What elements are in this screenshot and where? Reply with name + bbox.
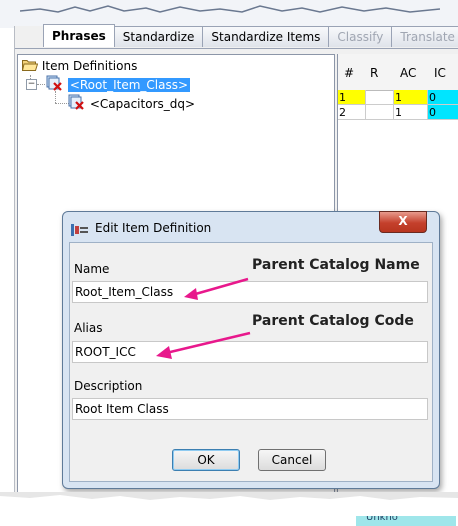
- alias-label: Alias: [74, 321, 103, 335]
- cancel-button[interactable]: Cancel: [258, 449, 326, 471]
- grid-header: # R AC IC: [338, 54, 458, 91]
- dialog-body: Name Root_Item_Class Alias ROOT_ICC Desc…: [69, 242, 433, 482]
- col-header-number[interactable]: #: [344, 66, 354, 80]
- col-header-ic[interactable]: IC: [434, 66, 446, 80]
- cell-ic: 0: [428, 90, 458, 105]
- cell-ac: 1: [394, 90, 428, 105]
- cell-number: 1: [338, 90, 366, 105]
- tab-divider: [15, 48, 458, 49]
- col-header-ac[interactable]: AC: [400, 66, 416, 80]
- tab-classify: Classify: [328, 26, 393, 47]
- tab-strip: Phrases Standardize Standardize Items Cl…: [43, 24, 458, 48]
- tree-item-root-class[interactable]: <Root_Item_Class>: [46, 75, 191, 93]
- collapse-toggle-icon[interactable]: −: [26, 79, 37, 90]
- tree-root-label: Item Definitions: [41, 59, 138, 73]
- cell-ic: 0: [428, 105, 458, 120]
- annotation-arrow-icon: [156, 331, 251, 359]
- annotation-parent-catalog-name: Parent Catalog Name: [252, 257, 420, 273]
- ok-button[interactable]: OK: [172, 449, 240, 471]
- folder-open-icon: [21, 58, 39, 71]
- dialog-title: Edit Item Definition: [95, 221, 212, 235]
- description-label: Description: [74, 379, 143, 393]
- cell-number: 2: [338, 105, 366, 120]
- tab-translate: Translate: [391, 26, 458, 47]
- dialog-app-icon: [71, 223, 88, 237]
- tree-item-capacitors-label: <Capacitors_dq>: [89, 97, 196, 111]
- annotation-parent-catalog-code: Parent Catalog Code: [252, 313, 414, 329]
- edit-item-definition-dialog: Edit Item Definition X Name Root_Item_Cl…: [62, 211, 440, 489]
- torn-edge-bottom: [0, 492, 458, 516]
- scribble-decoration: [20, 5, 440, 13]
- tree-item-selected-label: <Root_Item_Class>: [67, 78, 191, 92]
- close-button[interactable]: X: [379, 211, 427, 233]
- col-header-r[interactable]: R: [370, 66, 378, 80]
- tree-root-row[interactable]: Item Definitions: [21, 57, 138, 75]
- cell-r: [366, 90, 394, 105]
- tab-phrases[interactable]: Phrases: [43, 24, 115, 47]
- name-label: Name: [74, 262, 110, 276]
- tab-standardize[interactable]: Standardize: [113, 26, 204, 47]
- description-field[interactable]: Root Item Class: [72, 398, 428, 420]
- torn-edge-shape: [0, 492, 458, 500]
- cell-r: [366, 105, 394, 120]
- tab-standardize-items[interactable]: Standardize Items: [202, 26, 330, 47]
- annotation-arrow-icon: [184, 277, 249, 300]
- item-definition-error-icon: [68, 94, 86, 115]
- cell-ac: 1: [394, 105, 428, 120]
- tree-item-capacitors[interactable]: <Capacitors_dq>: [68, 94, 195, 112]
